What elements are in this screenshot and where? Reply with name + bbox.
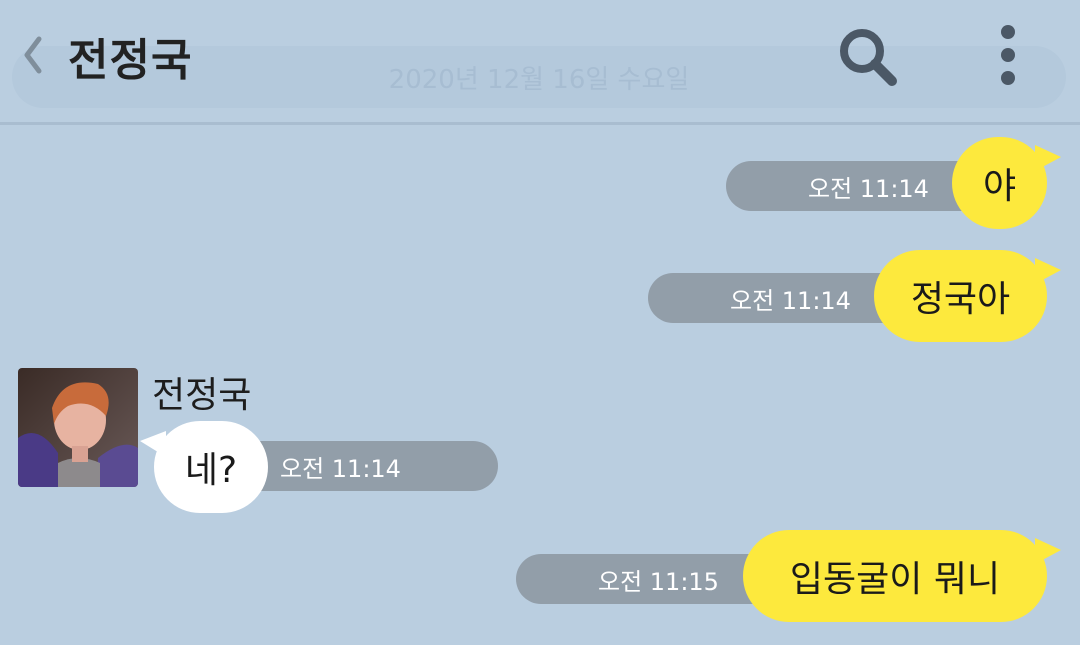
- message-text: 입동굴이 뭐니: [789, 559, 1001, 600]
- profile-photo: [18, 368, 138, 487]
- message-text: 네?: [184, 450, 238, 491]
- back-button[interactable]: [18, 30, 48, 80]
- back-chevron-icon: [24, 36, 42, 74]
- profile-avatar[interactable]: [18, 368, 138, 487]
- other-message-bubble[interactable]: 네?: [140, 421, 268, 513]
- more-vertical-icon: [1001, 25, 1015, 85]
- search-icon: [840, 29, 897, 86]
- chat-title: 전정국: [68, 35, 193, 86]
- my-message-bubble[interactable]: 입동굴이 뭐니: [743, 530, 1061, 622]
- message-text: 정국아: [910, 279, 1011, 320]
- more-menu-button[interactable]: [990, 24, 1026, 90]
- date-text: 2020년 12월 16일 수요일: [388, 64, 690, 95]
- sender-name: 전정국: [152, 375, 252, 416]
- my-message-bubble[interactable]: 야: [952, 137, 1061, 229]
- message-time: 오전 11:15: [516, 554, 776, 604]
- chat-header: 2020년 12월 16일 수요일 전정국: [0, 0, 1080, 125]
- message-time: 오전 11:14: [648, 273, 908, 323]
- my-message-bubble[interactable]: 정국아: [874, 250, 1061, 342]
- search-button[interactable]: [836, 26, 900, 88]
- message-text: 야: [982, 166, 1017, 207]
- message-time: 오전 11:14: [726, 161, 986, 211]
